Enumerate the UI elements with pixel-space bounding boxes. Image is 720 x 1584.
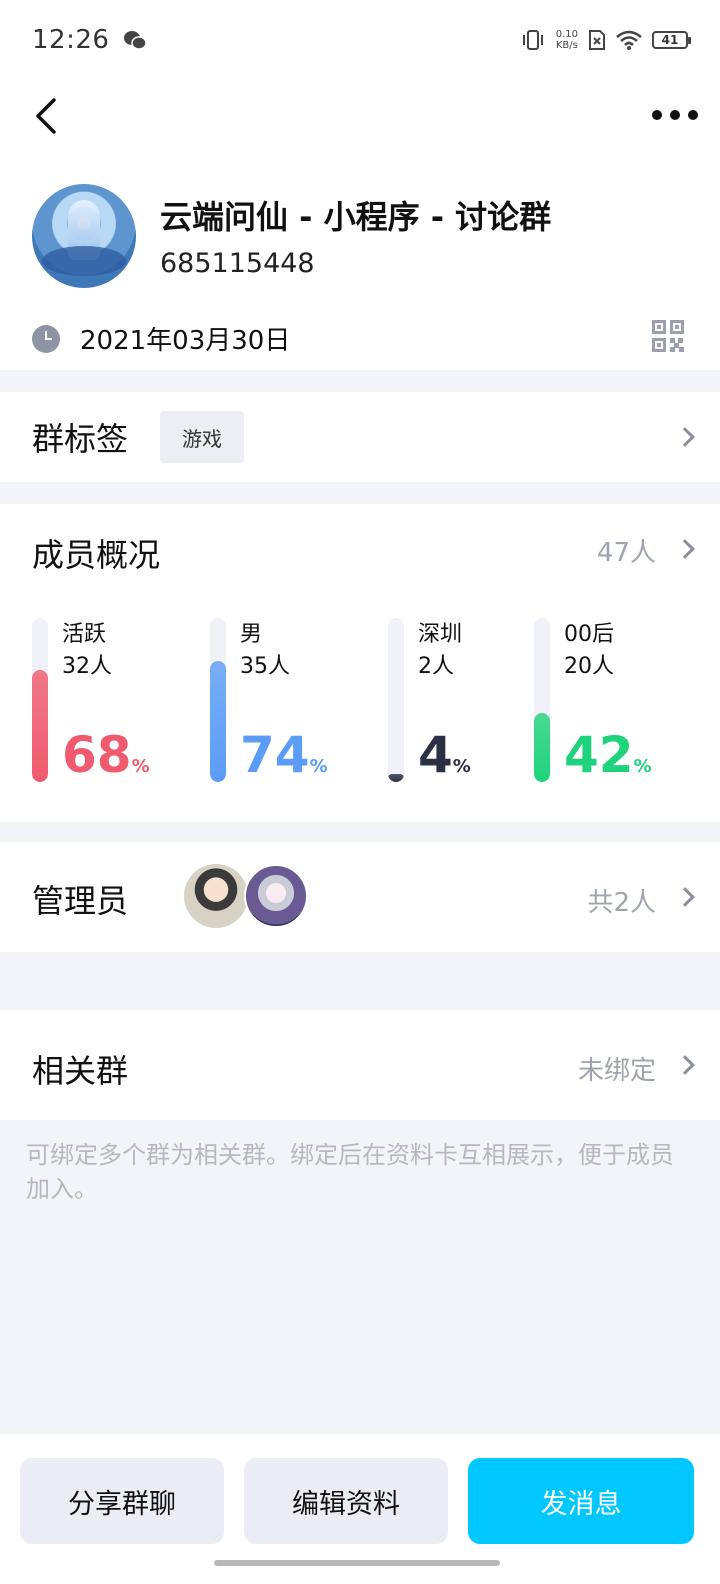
stat-count: 2人 xyxy=(418,654,454,679)
more-dot-icon xyxy=(670,110,680,120)
stat-percent-unit: % xyxy=(452,756,471,777)
admins-count: 共2人 xyxy=(587,888,656,918)
members-overview: 成员概况 47人 活跃 32人 68% 男 35人 74% 深圳 2人 4% 0… xyxy=(0,504,720,822)
stat-label: 男 xyxy=(240,622,263,647)
back-arrow-icon[interactable] xyxy=(28,94,68,138)
members-title: 成员概况 xyxy=(32,536,161,574)
vibrate-icon xyxy=(522,30,543,50)
stat-label: 活跃 xyxy=(62,622,107,647)
stat-bar-fill xyxy=(388,774,404,782)
created-date-row: 2021年03月30日 xyxy=(32,320,290,357)
stat-bar-fill xyxy=(534,713,550,782)
more-options-button[interactable] xyxy=(650,102,700,128)
stat-bar-track xyxy=(210,618,226,782)
qr-code-icon[interactable] xyxy=(652,320,684,352)
stat-count: 32人 xyxy=(62,654,112,679)
wechat-icon xyxy=(124,31,148,50)
share-group-button[interactable]: 分享群聊 xyxy=(20,1458,224,1544)
admin-avatar[interactable] xyxy=(244,864,308,928)
chevron-right-icon xyxy=(675,887,695,907)
home-indicator[interactable] xyxy=(214,1560,500,1566)
stat-percent: 42% xyxy=(564,726,652,784)
group-id: 685115448 xyxy=(160,248,315,279)
net-speed: 0.10 KB/s xyxy=(556,29,578,51)
stat-percent-unit: % xyxy=(633,756,652,777)
group-tags-title: 群标签 xyxy=(32,420,129,458)
group-tags-row[interactable]: 群标签 游戏 xyxy=(0,392,720,482)
stat-count: 20人 xyxy=(564,654,614,679)
chevron-right-icon[interactable] xyxy=(675,539,695,559)
net-speed-unit: KB/s xyxy=(555,40,578,51)
stat-count: 35人 xyxy=(240,654,290,679)
wifi-icon xyxy=(616,30,642,50)
group-name: 云端问仙 - 小程序 - 讨论群 xyxy=(160,198,552,236)
stat-bar-track xyxy=(388,618,404,782)
stat-label: 深圳 xyxy=(418,622,463,647)
stat-percent-value: 68 xyxy=(62,726,132,784)
stat-bar-track xyxy=(32,618,48,782)
edit-profile-button[interactable]: 编辑资料 xyxy=(244,1458,448,1544)
admins-title: 管理员 xyxy=(32,882,129,920)
stat-percent: 4% xyxy=(418,726,471,784)
group-avatar[interactable] xyxy=(32,184,136,288)
net-speed-value: 0.10 xyxy=(555,29,578,40)
stat-percent-unit: % xyxy=(131,756,150,777)
battery-icon: 41 xyxy=(652,31,691,49)
stat-percent: 68% xyxy=(62,726,150,784)
stat-bar-fill xyxy=(210,661,226,782)
group-header: 云端问仙 - 小程序 - 讨论群 685115448 2021年03月30日 xyxy=(0,80,720,370)
more-dot-icon xyxy=(688,110,698,120)
stat-label: 00后 xyxy=(564,622,614,647)
stat-bar-fill xyxy=(32,670,48,782)
status-icons: 0.10 KB/s 41 xyxy=(520,29,691,51)
send-message-button[interactable]: 发消息 xyxy=(468,1458,694,1544)
tag-chip: 游戏 xyxy=(160,411,245,463)
stat-bar-track xyxy=(534,618,550,782)
status-time: 12:26 xyxy=(32,25,110,55)
stat-percent-value: 74 xyxy=(240,726,310,784)
no-sim-icon xyxy=(589,30,605,50)
stat-percent-value: 4 xyxy=(418,726,453,784)
stat-percent-unit: % xyxy=(309,756,328,777)
related-groups-row[interactable]: 相关群 未绑定 xyxy=(0,1010,720,1120)
related-groups-description: 可绑定多个群为相关群。绑定后在资料卡互相展示，便于成员加入。 xyxy=(26,1141,674,1203)
more-dot-icon xyxy=(652,110,662,120)
chevron-right-icon xyxy=(675,427,695,447)
related-groups-title: 相关群 xyxy=(32,1052,129,1090)
members-total[interactable]: 47人 xyxy=(597,532,656,569)
stat-percent: 74% xyxy=(240,726,328,784)
bottom-action-bar: 分享群聊 编辑资料 发消息 xyxy=(0,1434,720,1584)
related-groups-status: 未绑定 xyxy=(577,1056,656,1086)
chevron-right-icon xyxy=(675,1055,695,1075)
stat-percent-value: 42 xyxy=(564,726,634,784)
status-bar: 12:26 0.10 KB/s 41 xyxy=(0,0,720,80)
admins-row[interactable]: 管理员 共2人 xyxy=(0,842,720,952)
admin-avatar[interactable] xyxy=(184,864,248,928)
created-date: 2021年03月30日 xyxy=(80,326,291,356)
clock-icon xyxy=(32,324,60,353)
